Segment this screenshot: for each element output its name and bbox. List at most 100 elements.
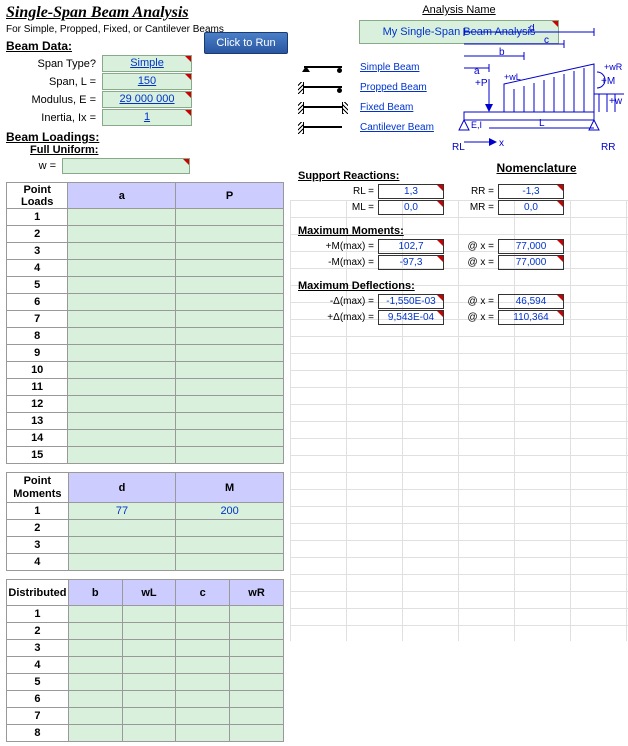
- distributed-wl-cell[interactable]: [122, 623, 176, 640]
- point-load-row-num: 5: [7, 277, 68, 294]
- col-m: M: [176, 473, 284, 503]
- inertia-input[interactable]: 1: [102, 109, 192, 126]
- point-load-row-num: 9: [7, 345, 68, 362]
- col-wr: wR: [230, 580, 284, 606]
- distributed-c-cell[interactable]: [176, 623, 230, 640]
- point-moment-m-cell[interactable]: 200: [176, 503, 284, 520]
- distributed-wl-cell[interactable]: [122, 657, 176, 674]
- distributed-b-cell[interactable]: [68, 674, 122, 691]
- distributed-wl-cell[interactable]: [122, 606, 176, 623]
- rl-value: 1,3: [378, 184, 444, 199]
- distributed-wr-cell[interactable]: [230, 674, 284, 691]
- span-type-input[interactable]: Simple: [102, 55, 192, 72]
- distributed-c-cell[interactable]: [176, 657, 230, 674]
- col-b: b: [68, 580, 122, 606]
- col-a: a: [68, 183, 176, 209]
- point-load-a-cell[interactable]: [68, 328, 176, 345]
- distributed-wl-cell[interactable]: [122, 674, 176, 691]
- distributed-c-cell[interactable]: [176, 640, 230, 657]
- distributed-b-cell[interactable]: [68, 691, 122, 708]
- distributed-row-num: 8: [7, 725, 69, 742]
- point-load-a-cell[interactable]: [68, 396, 176, 413]
- point-load-a-cell[interactable]: [68, 413, 176, 430]
- distributed-wl-cell[interactable]: [122, 640, 176, 657]
- propped-beam-option[interactable]: Propped Beam: [298, 80, 438, 94]
- point-load-a-cell[interactable]: [68, 209, 176, 226]
- distributed-wl-cell[interactable]: [122, 708, 176, 725]
- span-input[interactable]: 150: [102, 73, 192, 90]
- distributed-wl-cell[interactable]: [122, 725, 176, 742]
- point-load-a-cell[interactable]: [68, 226, 176, 243]
- point-load-row-num: 4: [7, 260, 68, 277]
- point-load-p-cell[interactable]: [176, 243, 284, 260]
- modulus-input[interactable]: 29 000 000: [102, 91, 192, 108]
- distributed-b-cell[interactable]: [68, 725, 122, 742]
- point-moment-m-cell[interactable]: [176, 520, 284, 537]
- point-load-p-cell[interactable]: [176, 226, 284, 243]
- point-load-row-num: 10: [7, 362, 68, 379]
- fixed-beam-option[interactable]: Fixed Beam: [298, 100, 438, 114]
- point-load-p-cell[interactable]: [176, 413, 284, 430]
- simple-beam-option[interactable]: Simple Beam: [298, 60, 438, 74]
- point-load-p-cell[interactable]: [176, 379, 284, 396]
- propped-beam-icon: [298, 80, 348, 94]
- distributed-b-cell[interactable]: [68, 708, 122, 725]
- point-load-p-cell[interactable]: [176, 260, 284, 277]
- neg-m-label: -M(max) =: [298, 257, 378, 268]
- point-load-a-cell[interactable]: [68, 243, 176, 260]
- distributed-b-cell[interactable]: [68, 606, 122, 623]
- distributed-c-cell[interactable]: [176, 725, 230, 742]
- point-loads-table: Point Loads a P 123456789101112131415: [6, 182, 284, 464]
- point-moment-d-cell[interactable]: [68, 537, 176, 554]
- point-load-a-cell[interactable]: [68, 294, 176, 311]
- point-load-p-cell[interactable]: [176, 396, 284, 413]
- point-load-a-cell[interactable]: [68, 447, 176, 464]
- distributed-wr-cell[interactable]: [230, 708, 284, 725]
- distributed-b-cell[interactable]: [68, 657, 122, 674]
- svg-text:c: c: [544, 35, 549, 46]
- distributed-wr-cell[interactable]: [230, 623, 284, 640]
- point-moment-d-cell[interactable]: [68, 554, 176, 571]
- distributed-c-cell[interactable]: [176, 708, 230, 725]
- point-load-p-cell[interactable]: [176, 294, 284, 311]
- distributed-row-num: 1: [7, 606, 69, 623]
- distributed-c-cell[interactable]: [176, 606, 230, 623]
- point-load-p-cell[interactable]: [176, 430, 284, 447]
- point-load-a-cell[interactable]: [68, 345, 176, 362]
- point-load-a-cell[interactable]: [68, 311, 176, 328]
- point-moment-m-cell[interactable]: [176, 554, 284, 571]
- distributed-wr-cell[interactable]: [230, 657, 284, 674]
- distributed-wl-cell[interactable]: [122, 691, 176, 708]
- distributed-wr-cell[interactable]: [230, 725, 284, 742]
- neg-d-label: -Δ(max) =: [298, 296, 378, 307]
- point-moment-m-cell[interactable]: [176, 537, 284, 554]
- distributed-wr-cell[interactable]: [230, 640, 284, 657]
- point-load-p-cell[interactable]: [176, 311, 284, 328]
- nomenclature-diagram: d c b a +P +wL +wR +M +w E,I L RL RR x N…: [449, 24, 624, 175]
- point-load-p-cell[interactable]: [176, 328, 284, 345]
- distributed-wr-cell[interactable]: [230, 691, 284, 708]
- distributed-wr-cell[interactable]: [230, 606, 284, 623]
- point-moment-d-cell[interactable]: [68, 520, 176, 537]
- point-load-p-cell[interactable]: [176, 209, 284, 226]
- ml-value: 0,0: [378, 200, 444, 215]
- distributed-c-cell[interactable]: [176, 674, 230, 691]
- distributed-b-cell[interactable]: [68, 623, 122, 640]
- w-input[interactable]: [62, 158, 190, 174]
- point-load-a-cell[interactable]: [68, 362, 176, 379]
- distributed-b-cell[interactable]: [68, 640, 122, 657]
- point-load-p-cell[interactable]: [176, 362, 284, 379]
- point-load-p-cell[interactable]: [176, 447, 284, 464]
- cantilever-beam-option[interactable]: Cantilever Beam: [298, 120, 438, 134]
- point-load-a-cell[interactable]: [68, 430, 176, 447]
- distributed-c-cell[interactable]: [176, 691, 230, 708]
- point-moment-d-cell[interactable]: 77: [68, 503, 176, 520]
- point-load-p-cell[interactable]: [176, 277, 284, 294]
- neg-m-value: -97,3: [378, 255, 444, 270]
- point-load-a-cell[interactable]: [68, 379, 176, 396]
- point-load-p-cell[interactable]: [176, 345, 284, 362]
- point-load-a-cell[interactable]: [68, 260, 176, 277]
- run-button[interactable]: Click to Run: [204, 32, 288, 54]
- page-title: Single-Span Beam Analysis: [6, 4, 284, 22]
- point-load-a-cell[interactable]: [68, 277, 176, 294]
